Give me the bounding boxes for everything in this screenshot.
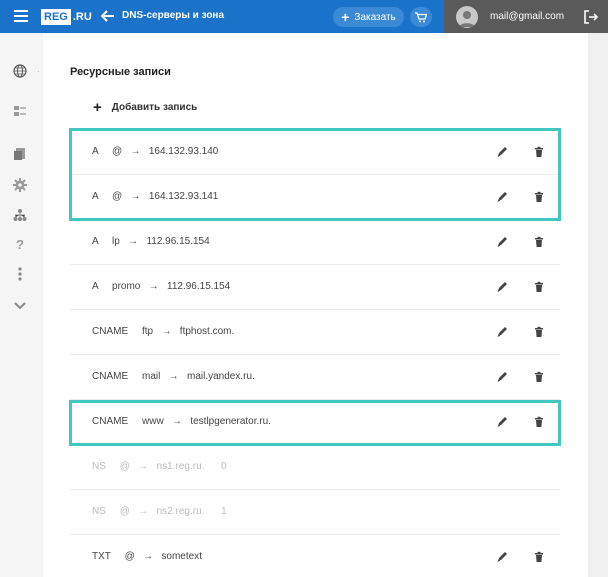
delete-icon[interactable] [533, 370, 545, 382]
record-text: NS @ → ns2.reg.ru. 1 [92, 506, 227, 517]
record-row: A @ → 164.132.93.141 [70, 175, 560, 220]
logout-icon[interactable] [584, 10, 598, 24]
scrollbar[interactable] [588, 33, 608, 577]
delete-icon[interactable] [533, 550, 545, 562]
user-email[interactable]: mail@gmail.com [490, 11, 564, 22]
record-text: TXT @ → sometext [92, 551, 202, 562]
avatar[interactable] [456, 6, 478, 28]
record-row: A @ → 164.132.93.140 [70, 130, 560, 175]
help-icon[interactable]: ? [13, 238, 27, 252]
sidebar-dots: · [37, 67, 40, 76]
more-vertical-icon[interactable] [13, 267, 27, 281]
delete-icon[interactable] [533, 190, 545, 202]
record-text: NS @ → ns1.reg.ru. 0 [92, 461, 227, 472]
edit-icon[interactable] [496, 325, 508, 337]
record-text: A @ → 164.132.93.141 [92, 191, 219, 202]
delete-icon[interactable] [533, 280, 545, 292]
delete-icon[interactable] [533, 415, 545, 427]
user-icon [459, 11, 475, 27]
order-button-label: Заказать [354, 11, 396, 23]
add-record-button[interactable]: + Добавить запись [93, 100, 197, 115]
plus-icon: + [93, 99, 102, 116]
record-row: NS @ → ns2.reg.ru. 1 [70, 490, 560, 535]
order-button[interactable]: + Заказать [333, 7, 404, 27]
edit-icon[interactable] [496, 370, 508, 382]
cart-button[interactable] [410, 7, 432, 27]
record-text: A lp → 112.96.15.154 [92, 236, 210, 247]
edit-icon[interactable] [496, 190, 508, 202]
logo-suffix: .RU [72, 10, 92, 23]
record-text: CNAME mail → mail.yandex.ru. [92, 371, 255, 382]
hierarchy-icon[interactable] [13, 208, 27, 222]
record-text: A promo → 112.96.15.154 [92, 281, 231, 292]
edit-icon[interactable] [496, 415, 508, 427]
documents-icon[interactable] [13, 147, 27, 161]
section-title: Ресурсные записи [70, 66, 171, 78]
globe-icon[interactable] [13, 64, 27, 78]
back-arrow-icon[interactable] [101, 9, 115, 23]
record-text: CNAME www → testlpgenerator.ru. [92, 416, 271, 427]
record-row: CNAME www → testlpgenerator.ru. [70, 400, 560, 445]
edit-icon[interactable] [496, 235, 508, 247]
record-row: A lp → 112.96.15.154 [70, 220, 560, 265]
edit-icon[interactable] [496, 145, 508, 157]
add-record-label: Добавить запись [111, 102, 198, 113]
menu-icon[interactable] [14, 10, 28, 22]
delete-icon[interactable] [533, 235, 545, 247]
record-text: CNAME ftp → ftphost.com. [92, 326, 235, 337]
edit-icon[interactable] [496, 550, 508, 562]
logo[interactable]: REG .RU [41, 8, 92, 25]
record-row: CNAME ftp → ftphost.com. [70, 310, 560, 355]
plus-icon: + [341, 9, 350, 25]
cart-icon [415, 11, 427, 22]
delete-icon[interactable] [533, 145, 545, 157]
chevron-down-icon[interactable] [13, 299, 27, 313]
logo-mark: REG [41, 8, 71, 25]
record-row: A promo → 112.96.15.154 [70, 265, 560, 310]
list-icon[interactable] [13, 104, 27, 118]
record-row: NS @ → ns1.reg.ru. 0 [70, 445, 560, 490]
record-text: A @ → 164.132.93.140 [92, 146, 219, 157]
edit-icon[interactable] [496, 280, 508, 292]
delete-icon[interactable] [533, 325, 545, 337]
record-row: TXT @ → sometext [70, 535, 560, 577]
gear-icon[interactable] [13, 178, 27, 192]
page-title: DNS-серверы и зона [122, 10, 225, 21]
record-row: CNAME mail → mail.yandex.ru. [70, 355, 560, 400]
